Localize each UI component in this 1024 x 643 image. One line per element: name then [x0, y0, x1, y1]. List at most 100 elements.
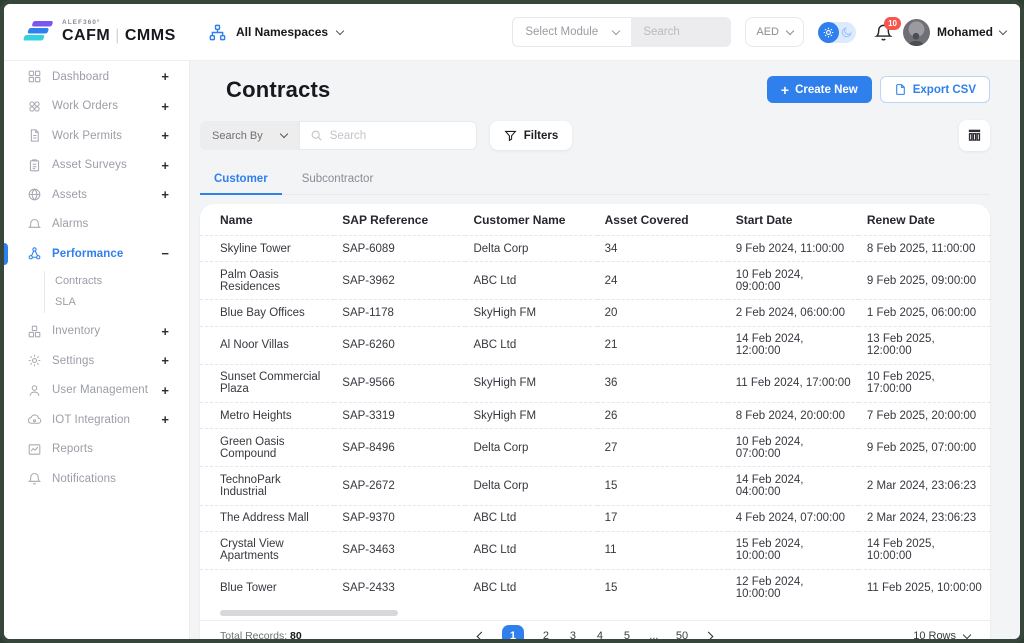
- expand-toggle-icon[interactable]: +: [161, 158, 169, 173]
- user-menu[interactable]: Mohamed: [903, 19, 1006, 46]
- sidebar-item-user-management[interactable]: User Management +: [4, 376, 189, 406]
- table-row[interactable]: Blue Bay OfficesSAP-1178SkyHigh FM202 Fe…: [200, 300, 990, 326]
- export-csv-button[interactable]: Export CSV: [880, 76, 990, 103]
- sidebar-item-asset-surveys[interactable]: Asset Surveys+: [4, 151, 189, 181]
- sidebar-item-performance[interactable]: Performance−: [4, 239, 189, 269]
- sidebar-item-notifications[interactable]: Notifications: [4, 464, 189, 494]
- sidebar-item-reports[interactable]: Reports: [4, 435, 189, 465]
- contracts-table: NameSAP ReferenceCustomer NameAsset Cove…: [200, 204, 990, 607]
- inventory-icon: [26, 324, 42, 339]
- table-cell: 10 Feb 2024, 09:00:00: [728, 262, 859, 300]
- table-row[interactable]: TechnoPark IndustrialSAP-2672Delta Corp1…: [200, 467, 990, 505]
- expand-toggle-icon[interactable]: +: [161, 128, 169, 143]
- sidebar-item-label: Notifications: [52, 473, 159, 485]
- table-cell: 11: [597, 531, 728, 569]
- table-cell: SAP-3463: [334, 531, 465, 569]
- theme-toggle[interactable]: [818, 22, 856, 43]
- page-button-5[interactable]: 5: [622, 630, 632, 642]
- sidebar-item-settings[interactable]: Settings+: [4, 346, 189, 376]
- notifications-bell-button[interactable]: 10: [874, 23, 893, 42]
- table-cell: ABC Ltd: [465, 505, 596, 531]
- column-header: Start Date: [728, 204, 859, 236]
- table-row[interactable]: Metro HeightsSAP-3319SkyHigh FM268 Feb 2…: [200, 402, 990, 428]
- namespaces-dropdown[interactable]: All Namespaces: [208, 23, 343, 42]
- table-cell: SkyHigh FM: [465, 364, 596, 402]
- rows-per-page-dropdown[interactable]: 10 Rows: [712, 630, 970, 642]
- previous-page-button[interactable]: [476, 631, 486, 641]
- table-cell: Crystal View Apartments: [200, 531, 334, 569]
- select-module-dropdown[interactable]: Select Module: [512, 17, 632, 47]
- table-cell: SkyHigh FM: [465, 402, 596, 428]
- table-search: [299, 121, 477, 150]
- sidebar-subitem-contracts[interactable]: Contracts: [45, 271, 189, 292]
- table-cell: 17: [597, 505, 728, 531]
- settings-icon: [26, 353, 42, 368]
- expand-toggle-icon[interactable]: +: [161, 383, 169, 398]
- assets-icon: [26, 187, 42, 202]
- table-cell: 9 Feb 2025, 07:00:00: [859, 429, 990, 467]
- sidebar-item-alarms[interactable]: Alarms: [4, 210, 189, 240]
- table-cell: 21: [597, 326, 728, 364]
- table-row[interactable]: Skyline TowerSAP-6089Delta Corp349 Feb 2…: [200, 236, 990, 262]
- table-cell: Delta Corp: [465, 236, 596, 262]
- table-row[interactable]: Sunset Commercial PlazaSAP-9566SkyHigh F…: [200, 364, 990, 402]
- expand-toggle-icon[interactable]: +: [161, 187, 169, 202]
- expand-toggle-icon[interactable]: +: [161, 69, 169, 84]
- sidebar-item-dashboard[interactable]: Dashboard+: [4, 62, 189, 92]
- table-row[interactable]: The Address MallSAP-9370ABC Ltd174 Feb 2…: [200, 505, 990, 531]
- page-button-3[interactable]: 3: [568, 630, 578, 642]
- expand-toggle-icon[interactable]: +: [161, 324, 169, 339]
- search-by-dropdown[interactable]: Search By: [200, 121, 299, 150]
- sidebar-item-assets[interactable]: Assets +: [4, 180, 189, 210]
- currency-dropdown[interactable]: AED: [745, 17, 804, 47]
- table-row[interactable]: Crystal View ApartmentsSAP-3463ABC Ltd11…: [200, 531, 990, 569]
- table-cell: 15 Feb 2024, 10:00:00: [728, 531, 859, 569]
- tab-customer[interactable]: Customer: [200, 167, 282, 195]
- table-row[interactable]: Palm Oasis ResidencesSAP-3962ABC Ltd2410…: [200, 262, 990, 300]
- work-permits-icon: [26, 128, 42, 143]
- table-cell: 15: [597, 569, 728, 607]
- table-cell: 1 Feb 2025, 06:00:00: [859, 300, 990, 326]
- table-cell: ABC Ltd: [465, 326, 596, 364]
- table-cell: SAP-9566: [334, 364, 465, 402]
- table-cell: 9 Feb 2024, 11:00:00: [728, 236, 859, 262]
- table-row[interactable]: Green Oasis CompoundSAP-8496Delta Corp27…: [200, 429, 990, 467]
- sidebar-item-label: Work Orders: [52, 100, 151, 112]
- iot-integration-icon: [26, 412, 42, 427]
- table-cell: SkyHigh FM: [465, 300, 596, 326]
- table-cell: ABC Ltd: [465, 569, 596, 607]
- filters-button[interactable]: Filters: [490, 121, 573, 150]
- sidebar-subitem-sla[interactable]: SLA: [45, 292, 189, 313]
- table-search-input[interactable]: [330, 130, 466, 142]
- page-button-1[interactable]: 1: [502, 625, 524, 643]
- total-records-value: 80: [290, 630, 302, 642]
- sidebar-item-label: User Management: [52, 384, 151, 396]
- sidebar: Dashboard+Work Orders+Work Permits+Asset…: [4, 61, 190, 639]
- table-row[interactable]: Blue TowerSAP-2433ABC Ltd1512 Feb 2024, …: [200, 569, 990, 607]
- expand-toggle-icon[interactable]: +: [161, 412, 169, 427]
- page-button-4[interactable]: 4: [595, 630, 605, 642]
- table-row[interactable]: Al Noor VillasSAP-6260ABC Ltd2114 Feb 20…: [200, 326, 990, 364]
- tab-subcontractor[interactable]: Subcontractor: [288, 167, 388, 195]
- asset-surveys-icon: [26, 158, 42, 173]
- table-cell: 9 Feb 2025, 09:00:00: [859, 262, 990, 300]
- sidebar-item-work-permits[interactable]: Work Permits+: [4, 121, 189, 151]
- page-button-2[interactable]: 2: [541, 630, 551, 642]
- expand-toggle-icon[interactable]: +: [161, 99, 169, 114]
- global-search-input[interactable]: [631, 17, 731, 47]
- expand-toggle-icon[interactable]: −: [161, 246, 169, 261]
- sidebar-item-inventory[interactable]: Inventory+: [4, 317, 189, 347]
- table-cell: 26: [597, 402, 728, 428]
- sidebar-item-label: IOT Integration: [52, 414, 151, 426]
- column-settings-button[interactable]: [959, 120, 990, 151]
- create-new-button[interactable]: + Create New: [767, 76, 872, 103]
- sidebar-item-iot-integration[interactable]: IOT Integration +: [4, 405, 189, 435]
- table-cell: Palm Oasis Residences: [200, 262, 334, 300]
- expand-toggle-icon[interactable]: +: [161, 353, 169, 368]
- chevron-down-icon: [963, 630, 971, 638]
- sidebar-item-label: Assets: [52, 189, 151, 201]
- horizontal-scrollbar[interactable]: [220, 610, 398, 616]
- sidebar-item-label: Performance: [52, 248, 151, 260]
- sidebar-item-work-orders[interactable]: Work Orders +: [4, 92, 189, 122]
- page-button-50[interactable]: 50: [676, 630, 688, 642]
